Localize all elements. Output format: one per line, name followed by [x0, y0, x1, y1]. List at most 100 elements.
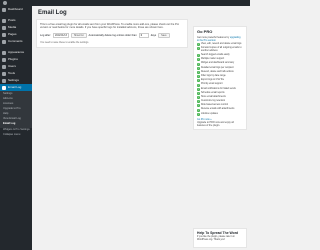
pro-feature-text: Receive emails with attachments	[201, 108, 235, 111]
brush-icon	[2, 50, 6, 55]
pro-feature-text: Export logs to CSV file	[201, 79, 224, 82]
sidebar-item-settings[interactable]: Settings	[0, 77, 32, 84]
checkmark-icon: ✓	[197, 91, 200, 95]
checkmark-icon: ✓	[197, 100, 200, 104]
checkmark-icon: ✓	[197, 96, 200, 100]
days-input[interactable]: 0	[138, 32, 149, 38]
pin-icon	[2, 18, 6, 23]
pro-feature-item: ✓ Lifetime updates	[197, 113, 243, 116]
spread-the-word-box: Help To Spread The Word If you like the …	[193, 228, 247, 248]
settings-hint: You need to save these to enable the set…	[40, 40, 89, 44]
checkmark-icon: ✓	[197, 75, 200, 79]
pro-feature-text: Email notifications for failed sends	[201, 87, 236, 90]
pro-feature-item: ✓ Priority email support	[197, 83, 243, 87]
pro-feature-text: Customize log retention	[201, 100, 226, 103]
checkmark-icon: ✓	[197, 108, 200, 112]
collapse-menu-button[interactable]: Collapse menu	[0, 133, 32, 138]
pro-feature-item: ✓ Email notifications for failed sends	[197, 88, 243, 91]
email-icon	[2, 85, 6, 90]
pro-feature-item: ✓ Resend, delete and bulk actions	[197, 71, 243, 74]
go-pro-footer: Upgrade to PRO now and enjoy all feature…	[197, 120, 234, 127]
pro-feature-item: ✓ Search logged emails easily	[197, 54, 243, 58]
pro-feature-item: ✓ Filter logs by date range	[197, 74, 243, 79]
save-button[interactable]: Save	[158, 32, 170, 38]
email-log-submenu: Settings Add-ons Licenses Upgrade to Pro…	[0, 91, 32, 128]
sidebar-item-tools[interactable]: Tools	[0, 70, 32, 77]
pro-feature-item: ✓ Customize log retention	[197, 100, 243, 104]
comment-icon	[2, 39, 6, 44]
sidebar-item-media[interactable]: Media	[0, 24, 32, 31]
pro-feature-text: Widget and dashboard summary	[201, 62, 235, 65]
wordpress-logo-icon[interactable]	[3, 1, 7, 5]
pro-feature-text: Filter logs by date range	[201, 74, 226, 77]
pro-feature-text: Role based access control	[201, 104, 228, 107]
log-date-select[interactable]: 2022/01/13	[52, 32, 69, 38]
page-icon	[2, 32, 6, 37]
sidebar-item-pages[interactable]: Pages	[0, 31, 32, 38]
sidebar-item-comments[interactable]: Comments	[0, 38, 32, 45]
pro-feature-item: ✓ Store email attachments	[197, 95, 243, 100]
pro-feature-item: ✓ Widget and dashboard summary	[197, 62, 243, 66]
pro-feature-text: View, edit, resend and delete email logs	[201, 43, 242, 45]
checkmark-icon: ✓	[197, 47, 200, 51]
pro-feature-item: ✓ View, edit, resend and delete email log…	[197, 43, 243, 47]
spread-text: If you like the plugin, please rate it o…	[197, 236, 235, 241]
checkmark-icon: ✓	[197, 79, 200, 83]
wrench-icon	[2, 71, 6, 76]
pro-feature-text: Schedule email reports	[201, 91, 225, 94]
log-settings-form: Log after: 2022/01/13 Show list Automati…	[40, 32, 184, 38]
show-list-button[interactable]: Show list	[70, 32, 87, 38]
sidebar-item-posts[interactable]: Posts	[0, 17, 32, 24]
plugin-icon	[2, 57, 6, 62]
checkmark-icon: ✓	[197, 43, 200, 47]
pro-feature-text: Priority email support	[201, 83, 223, 86]
checkmark-icon: ✓	[197, 58, 200, 62]
pro-feature-item: ✓ Export logs to CSV file	[197, 79, 243, 83]
pro-feature-item: ✓ Receive emails with attachments	[197, 108, 243, 112]
admin-sidebar: Dashboard Posts Media Pages Comments App…	[0, 6, 32, 250]
days-unit-label: days	[150, 33, 157, 37]
pro-feature-text: Search logged emails easily	[201, 54, 230, 56]
go-pro-intro: Get more powerful features by upgrading …	[197, 36, 241, 42]
dashboard-icon	[2, 7, 6, 12]
pro-feature-item: ✓ Role based access control	[197, 104, 243, 108]
media-icon	[2, 25, 6, 30]
intro-text: This is a free email log plugin for all …	[40, 23, 180, 30]
go-pro-title: Go PRO	[197, 29, 213, 34]
submenu-item-email-log[interactable]: Email Log	[0, 122, 32, 127]
pro-feature-text: Forward copies of all outgoing emails to…	[201, 47, 242, 53]
settings-icon	[2, 78, 6, 83]
checkmark-icon: ✓	[197, 87, 200, 91]
spread-title: Help To Spread The Word	[197, 231, 239, 235]
pro-feature-item: ✓ Multiple mailer support	[197, 58, 243, 62]
pro-feature-item: ✓ Forward copies of all outgoing emails t…	[197, 47, 243, 53]
pro-feature-item: ✓ Schedule email reports	[197, 92, 243, 95]
delete-entries-label: Automatically delete log entries older t…	[88, 33, 137, 37]
sidebar-item-dashboard[interactable]: Dashboard	[0, 6, 32, 13]
checkmark-icon: ✓	[197, 112, 200, 116]
pro-feature-text: Store email attachments	[201, 95, 226, 98]
pro-feature-text: Detailed email logs per recipient	[201, 66, 234, 69]
page-title: Email Log	[38, 10, 67, 16]
sidebar-item-users[interactable]: Users	[0, 63, 32, 70]
checkmark-icon: ✓	[197, 83, 200, 87]
main-content: Email Log This is a free email log plugi…	[36, 10, 188, 48]
email-log-panel: This is a free email log plugin for all …	[36, 19, 188, 48]
pro-feature-text: Lifetime updates	[201, 112, 218, 115]
sidebar-item-plugins[interactable]: Plugins	[0, 56, 32, 63]
sidebar-item-email-log[interactable]: Email Log	[0, 84, 32, 91]
pro-feature-item: ✓ Detailed email logs per recipient	[197, 67, 243, 70]
checkmark-icon: ✓	[197, 66, 200, 70]
checkmark-icon: ✓	[197, 54, 200, 58]
pro-feature-text: Resend, delete and bulk actions	[201, 70, 234, 73]
pro-feature-list: ✓ View, edit, resend and delete email log…	[197, 43, 243, 116]
pro-feature-text: Multiple mailer support	[201, 58, 225, 61]
log-after-label: Log after:	[40, 33, 51, 37]
users-icon	[2, 64, 6, 69]
checkmark-icon: ✓	[197, 62, 200, 66]
sidebar-item-appearance[interactable]: Appearance	[0, 49, 32, 56]
checkmark-icon: ✓	[197, 104, 200, 108]
admin-bar	[0, 0, 250, 6]
go-pro-box: Go PRO Get more powerful features by upg…	[193, 26, 247, 130]
checkmark-icon: ✓	[197, 70, 200, 74]
